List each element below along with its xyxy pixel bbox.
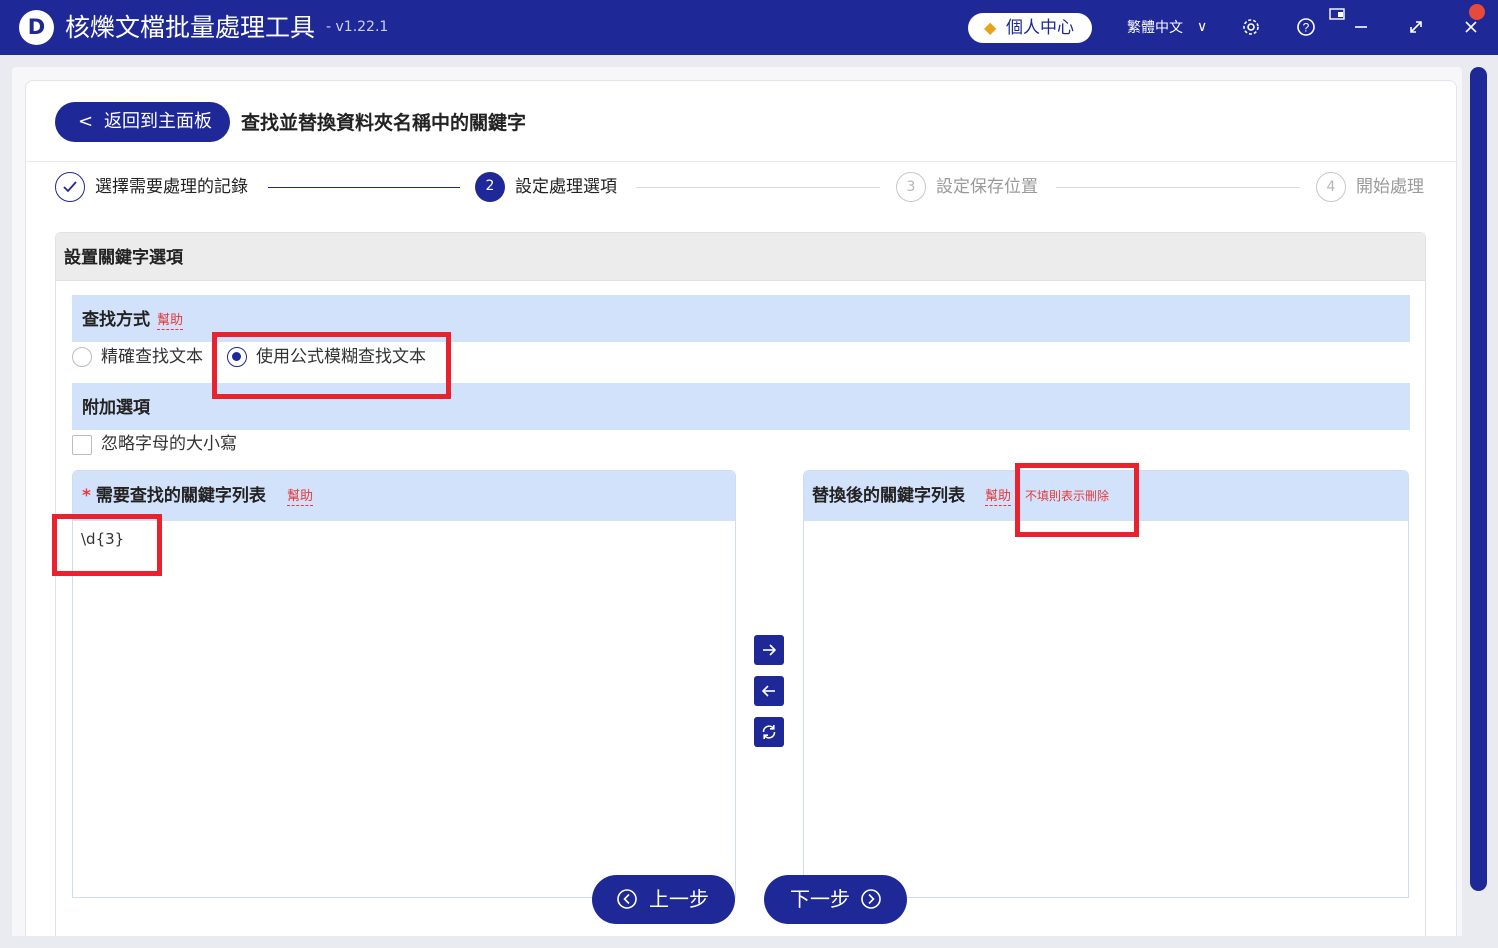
chevron-left-circle-icon (616, 875, 638, 928)
refresh-icon (762, 725, 776, 739)
back-to-dashboard-button[interactable]: < 返回到主面板 (55, 102, 230, 142)
user-center-label: 個人中心 (1006, 18, 1074, 38)
next-step-button[interactable]: 下一步 (764, 875, 907, 924)
panel-header (56, 233, 1425, 281)
step-3-number: 3 (896, 172, 926, 202)
screen-icon[interactable] (1324, 4, 1350, 30)
title-bar: D 核爍文檔批量處理工具 - v1.22.1 ◆ 個人中心 繁體中文 ∨ ? (0, 0, 1498, 55)
language-label: 繁體中文 (1127, 20, 1183, 36)
highlight-box-delete-hint (1015, 463, 1139, 537)
language-selector[interactable]: 繁體中文 ∨ (1127, 18, 1207, 38)
replace-keywords-title: 替換後的關鍵字列表 (812, 486, 965, 506)
highlight-box-fuzzy-search (212, 332, 451, 399)
header-divider (25, 161, 1457, 162)
previous-step-label: 上一步 (649, 887, 709, 911)
page-title: 查找並替換資料夾名稱中的關鍵字 (241, 112, 527, 134)
step-1-check-icon (55, 172, 85, 202)
svg-text:?: ? (1303, 21, 1310, 35)
chevron-right-circle-icon (860, 875, 882, 928)
arrow-left-button[interactable] (754, 676, 784, 706)
step-connector (636, 187, 880, 188)
gear-icon[interactable] (1238, 14, 1264, 40)
chevron-left-icon: < (78, 111, 94, 132)
app-logo: D (19, 10, 54, 45)
step-connector (268, 187, 460, 188)
step-4-label: 開始處理 (1356, 177, 1424, 197)
ignore-case-checkbox[interactable] (72, 435, 92, 455)
exact-search-label[interactable]: 精確查找文本 (101, 346, 203, 368)
step-3-label: 設定保存位置 (936, 177, 1038, 197)
minimize-icon[interactable] (1348, 14, 1374, 40)
gem-icon: ◆ (984, 18, 997, 37)
required-mark: * (82, 486, 91, 506)
arrow-left-icon (761, 685, 775, 697)
exact-search-radio[interactable] (72, 347, 92, 367)
back-button-label: 返回到主面板 (104, 111, 212, 132)
scrollbar-thumb[interactable] (1470, 67, 1487, 891)
app-title: 核爍文檔批量處理工具 (65, 13, 316, 42)
help-circle-icon[interactable]: ? (1293, 14, 1319, 40)
extra-options-title: 附加選項 (82, 398, 150, 418)
find-keywords-title: * 需要查找的關鍵字列表 (82, 484, 266, 508)
find-keywords-textarea[interactable] (72, 470, 736, 898)
app-version: - v1.22.1 (326, 19, 389, 35)
arrow-right-button[interactable] (754, 635, 784, 665)
search-mode-help-link[interactable]: 幫助 (157, 313, 184, 330)
highlight-box-keyword (52, 514, 162, 576)
step-2-label: 設定處理選項 (515, 177, 617, 197)
step-4-number: 4 (1316, 172, 1346, 202)
step-1-label: 選擇需要處理的記錄 (95, 177, 248, 197)
panel-title: 設置關鍵字選項 (64, 248, 183, 268)
replace-keywords-help-link[interactable]: 幫助 (985, 489, 1012, 506)
step-connector (1056, 187, 1300, 188)
find-keywords-title-text: 需要查找的關鍵字列表 (95, 486, 266, 506)
refresh-button[interactable] (754, 717, 784, 747)
user-center-button[interactable]: ◆ 個人中心 (968, 13, 1092, 43)
chevron-down-icon: ∨ (1197, 19, 1208, 35)
next-step-label: 下一步 (790, 887, 850, 911)
ignore-case-label[interactable]: 忽略字母的大小寫 (101, 433, 237, 455)
bottom-edge (0, 936, 1498, 948)
maximize-icon[interactable] (1403, 14, 1429, 40)
search-mode-title: 查找方式 (82, 310, 150, 330)
step-2-number: 2 (475, 172, 505, 202)
find-keywords-help-link[interactable]: 幫助 (287, 489, 314, 506)
previous-step-button[interactable]: 上一步 (592, 875, 735, 924)
notification-badge (1469, 4, 1485, 20)
arrow-right-icon (763, 644, 777, 656)
